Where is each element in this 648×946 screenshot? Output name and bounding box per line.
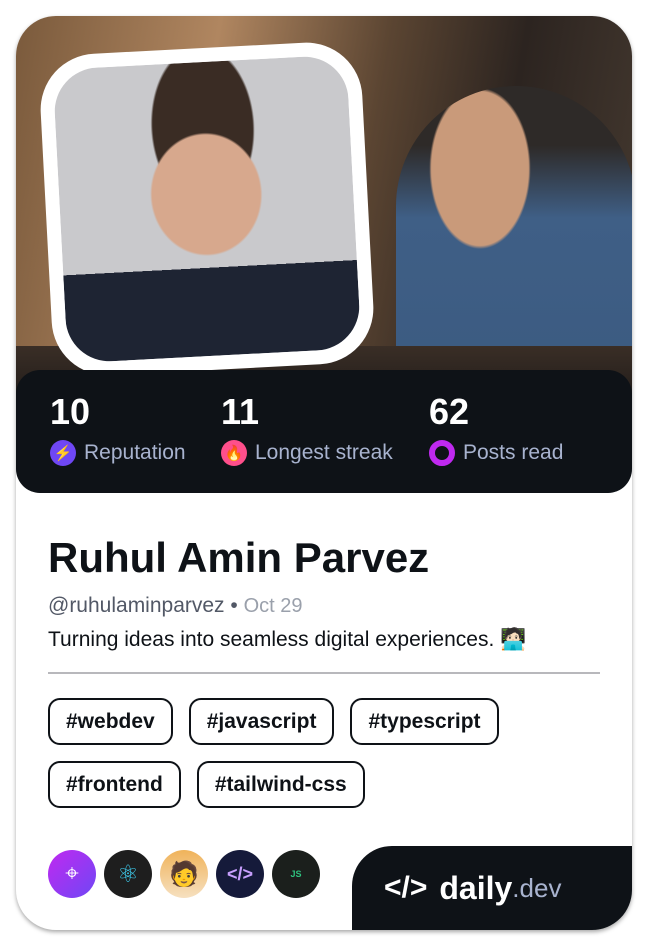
- js-frameworks-squad-icon: JS: [272, 850, 320, 898]
- tag: #webdev: [48, 698, 173, 745]
- stat-label: Longest streak: [255, 441, 393, 464]
- stats-bar: 10 ⚡ Reputation 11 🔥 Longest streak 62 Pos…: [16, 370, 632, 493]
- stat-reputation: 10 ⚡ Reputation: [50, 392, 221, 493]
- profile-name: Ruhul Amin Parvez: [48, 534, 430, 581]
- stat-label: Reputation: [84, 441, 186, 464]
- flame-icon: 🔥: [221, 440, 247, 466]
- daily-dev-logo: </> daily .dev: [352, 846, 632, 930]
- stat-posts-read: 62 Posts read: [429, 392, 563, 493]
- tags-list: #webdev #javascript #typescript #fronten…: [48, 698, 600, 808]
- stat-value: 62: [429, 391, 470, 432]
- devcard: 10 ⚡ Reputation 11 🔥 Longest streak 62 Pos…: [16, 16, 632, 930]
- ring-icon: [429, 440, 455, 466]
- logo-suffix: .dev: [512, 872, 562, 903]
- daily-dev-mark-icon: </>: [384, 871, 428, 904]
- tag: #frontend: [48, 761, 181, 808]
- profile-bio: Turning ideas into seamless digital expe…: [48, 628, 527, 651]
- stat-longest-streak: 11 🔥 Longest streak: [221, 392, 429, 493]
- memoji-squad-icon: 🧑: [160, 850, 208, 898]
- profile-date: Oct 29: [243, 595, 303, 617]
- profile-avatar: [37, 39, 377, 379]
- react-squad-icon: ⚛: [104, 850, 152, 898]
- tag: #tailwind-css: [196, 761, 365, 808]
- separator-dot: •: [230, 594, 238, 617]
- squads-list: ⌖ ⚛ 🧑 </> JS: [48, 850, 320, 898]
- crosshair-squad-icon: ⌖: [48, 850, 96, 898]
- divider: [48, 672, 600, 674]
- logo-brand: daily: [439, 869, 513, 906]
- profile-handle: @ruhulaminparvez: [48, 594, 225, 617]
- tag: #typescript: [350, 698, 499, 745]
- stat-value: 10: [50, 391, 91, 432]
- stat-label: Posts read: [463, 441, 564, 464]
- avatar-photo: [52, 54, 362, 364]
- lightning-icon: ⚡: [50, 440, 76, 466]
- stat-value: 11: [221, 391, 260, 432]
- tag: #javascript: [188, 698, 335, 745]
- code-squad-icon: </>: [216, 850, 264, 898]
